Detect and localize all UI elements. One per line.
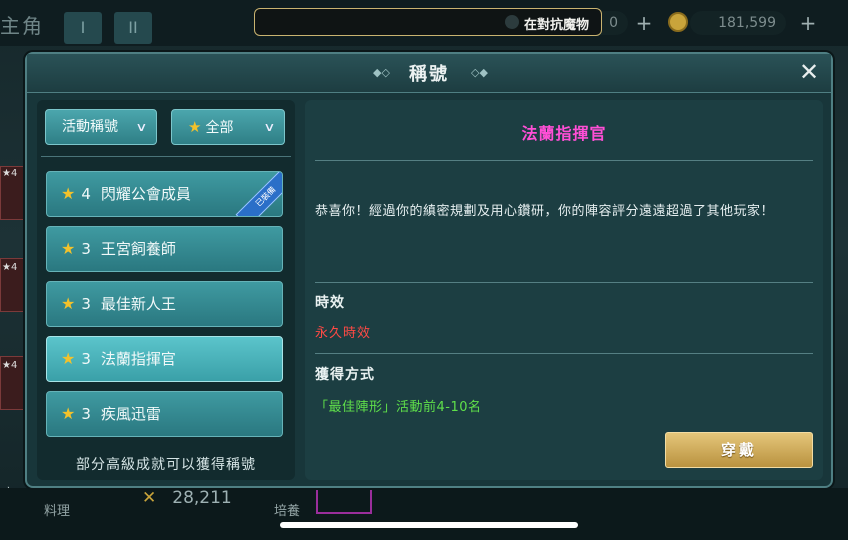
close-icon[interactable]: ✕ <box>795 58 823 86</box>
banner-icon <box>505 15 519 29</box>
title-level: 3 <box>81 295 91 313</box>
star-icon: ★ <box>61 184 76 203</box>
divider <box>41 156 291 157</box>
duration-label: 時效 <box>315 295 345 311</box>
footer-note: 部分高級成就可以獲得稱號 <box>76 457 256 473</box>
title-detail-panel: 法蘭指揮官 恭喜你！經過你的縝密規劃及用心鑽研，你的陣容評分遠遠超過了其他玩家！… <box>305 100 823 480</box>
title-level: 4 <box>81 185 91 203</box>
tab-2[interactable]: II <box>114 12 152 44</box>
chevron-down-icon: ∨ <box>135 120 148 134</box>
detail-title-name: 法蘭指揮官 <box>521 124 607 143</box>
divider <box>315 282 813 283</box>
title-list-panel: 活動稱號 ∨ ★ 全部 ∨ ★ 4 閃耀公會成員 已裝備 ★ 3 王宮飼養師 ★ 3 最佳新人… <box>37 100 295 480</box>
equipped-ribbon: 已裝備 <box>235 172 282 216</box>
divider <box>315 353 813 354</box>
title-level: 3 <box>81 240 91 258</box>
side-hero-level: ★4 <box>2 262 18 273</box>
gold-value: 181,599 <box>690 11 786 35</box>
chevron-down-icon: ∨ <box>263 120 276 134</box>
divider <box>315 160 813 161</box>
star-icon: ★ <box>61 349 76 368</box>
title-item[interactable]: ★ 3 王宮飼養師 <box>46 226 283 272</box>
rank-filter-label: 全部 <box>205 120 234 136</box>
title-item-selected[interactable]: ★ 3 法蘭指揮官 <box>46 336 283 382</box>
title-item[interactable]: ★ 3 最佳新人王 <box>46 281 283 327</box>
category-filter-dropdown[interactable]: 活動稱號 ∨ <box>45 109 157 145</box>
side-hero-level: ★4 <box>2 360 18 371</box>
star-icon: ★ <box>61 239 76 258</box>
title-item[interactable]: ★ 3 疾風迅雷 <box>46 391 283 437</box>
title-level: 3 <box>81 350 91 368</box>
tab-1[interactable]: I <box>64 12 102 44</box>
category-filter-label: 活動稱號 <box>62 119 118 135</box>
add-currency-left-button[interactable]: + <box>632 11 656 35</box>
title-name: 疾風迅雷 <box>100 405 161 423</box>
dialog-header: ◆◇ 稱號 ◇◆ ✕ <box>27 54 831 93</box>
title-ornament-right-icon: ◇◆ <box>471 66 488 79</box>
cooking-label[interactable]: 料理 <box>44 500 70 519</box>
banner-text: 在對抗魔物 <box>523 18 589 33</box>
dialog-title: 稱號 <box>409 64 449 85</box>
title-name: 法蘭指揮官 <box>100 350 176 368</box>
gold-coin-icon <box>668 12 688 32</box>
star-icon: ★ <box>61 404 76 423</box>
title-name: 閃耀公會成員 <box>100 185 191 203</box>
titles-dialog: ◆◇ 稱號 ◇◆ ✕ 活動稱號 ∨ ★ 全部 ∨ ★ 4 閃耀公會成員 已裝備 ★ 3 王… <box>25 52 833 488</box>
duration-value: 永久時效 <box>315 326 372 341</box>
add-gold-button[interactable]: + <box>796 11 820 35</box>
title-name: 王宮飼養師 <box>100 240 176 258</box>
title-name: 最佳新人王 <box>100 295 176 313</box>
title-item[interactable]: ★ 4 閃耀公會成員 已裝備 <box>46 171 283 217</box>
power-value: ✕ 28,211 <box>142 488 232 508</box>
detail-description: 恭喜你！經過你的縝密規劃及用心鑽研，你的陣容評分遠遠超過了其他玩家！ <box>315 204 775 219</box>
training-label[interactable]: 培養 <box>274 500 300 519</box>
notification-banner: 在對抗魔物 <box>254 8 602 36</box>
bottom-slot[interactable] <box>316 488 372 514</box>
star-icon: ★ <box>61 294 76 313</box>
rank-filter-dropdown[interactable]: ★ 全部 ∨ <box>171 109 285 145</box>
side-hero-level: ★4 <box>2 168 18 179</box>
bottom-bar <box>0 488 848 540</box>
source-value: 「最佳陣形」活動前4-10名 <box>315 400 482 415</box>
source-label: 獲得方式 <box>315 367 375 383</box>
equip-button[interactable]: 穿戴 <box>665 432 813 468</box>
title-level: 3 <box>81 405 91 423</box>
home-indicator[interactable] <box>280 522 578 528</box>
page-title: 主角 <box>0 14 44 38</box>
star-icon: ★ <box>188 118 202 136</box>
swords-icon: ✕ <box>142 488 157 508</box>
